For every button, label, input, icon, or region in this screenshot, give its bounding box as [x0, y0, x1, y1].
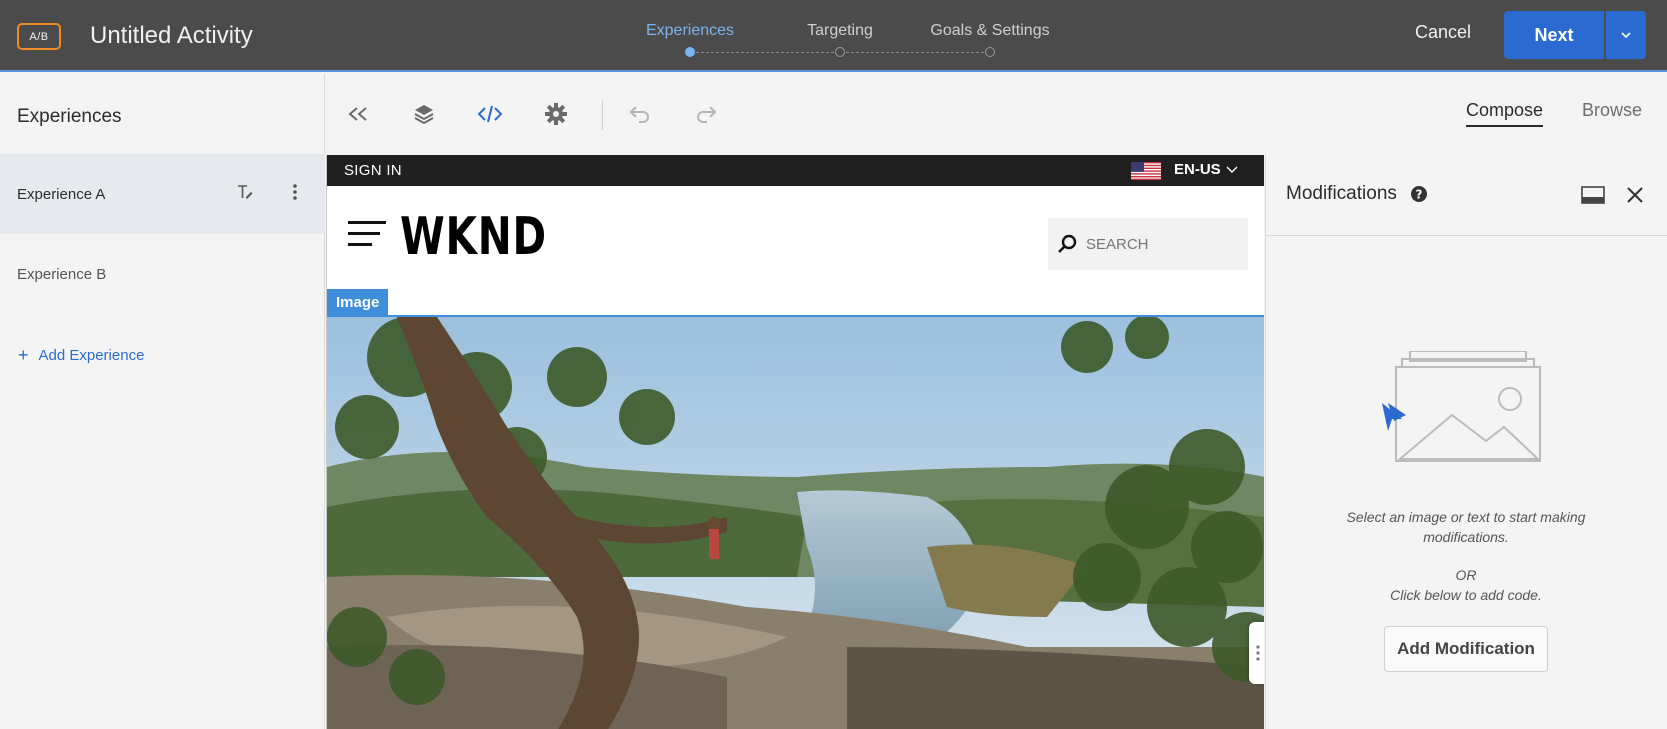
or-separator: OR: [1455, 567, 1477, 583]
step-targeting[interactable]: Targeting: [807, 22, 873, 40]
modifications-header: Modifications ?: [1266, 155, 1667, 236]
drag-handle-icon: [1256, 645, 1260, 661]
dock-panel-icon[interactable]: [1581, 186, 1605, 209]
gear-icon[interactable]: [544, 102, 568, 126]
code-icon[interactable]: [478, 102, 502, 126]
experience-label: Experience B: [17, 265, 107, 283]
selected-element-label: Image: [327, 289, 389, 315]
next-options-button[interactable]: [1605, 11, 1646, 59]
activity-header: A/B Untitled Activity Experiences Target…: [0, 0, 1667, 72]
redo-icon[interactable]: [694, 102, 718, 126]
tab-browse[interactable]: Browse: [1582, 100, 1642, 121]
activity-title[interactable]: Untitled Activity: [90, 22, 253, 50]
panel-title: Modifications: [1286, 183, 1397, 204]
sign-in-link[interactable]: SIGN IN: [344, 162, 402, 179]
language-selector[interactable]: EN-US: [1174, 161, 1238, 178]
plus-icon: +: [18, 345, 29, 365]
add-modification-button[interactable]: Add Modification: [1384, 626, 1548, 672]
step-experiences[interactable]: Experiences: [646, 22, 734, 40]
step-indicator-targeting: [835, 47, 845, 57]
tab-compose[interactable]: Compose: [1466, 100, 1544, 127]
hero-image[interactable]: [327, 315, 1264, 729]
chevron-down-icon: [1226, 166, 1238, 173]
landscape-image: [327, 317, 1264, 729]
cancel-button[interactable]: Cancel: [1415, 22, 1471, 43]
experiences-sidebar: Experiences Experience A Experience B + …: [0, 74, 325, 729]
activity-type-badge: A/B: [17, 23, 61, 50]
sidebar-title: Experiences: [17, 106, 122, 127]
language-label: EN-US: [1174, 161, 1221, 178]
search-icon: [1056, 233, 1078, 260]
search-input[interactable]: [1086, 232, 1236, 256]
help-icon[interactable]: ?: [1410, 185, 1428, 208]
svg-text:?: ?: [1416, 188, 1423, 202]
experience-item-b[interactable]: Experience B: [0, 234, 325, 314]
step-indicator-goals: [985, 47, 995, 57]
modifications-panel: Modifications ? Select an image or text …: [1265, 155, 1667, 729]
step-connector: [846, 52, 984, 53]
experience-label: Experience A: [17, 185, 106, 203]
experience-item-a[interactable]: Experience A: [0, 154, 325, 234]
close-icon[interactable]: [1626, 186, 1644, 209]
site-logo[interactable]: WKND: [400, 211, 547, 263]
add-experience-label: Add Experience: [38, 346, 145, 364]
more-options-icon[interactable]: [292, 183, 298, 205]
chevron-down-icon: [1621, 32, 1631, 39]
add-experience-button[interactable]: + Add Experience: [18, 346, 144, 364]
empty-state-message: Select an image or text to start making …: [1346, 509, 1586, 545]
workflow-steps: Experiences Targeting Goals & Settings: [640, 0, 1060, 72]
undo-icon[interactable]: [628, 102, 652, 126]
toolbar-divider: [602, 100, 603, 130]
collapse-icon[interactable]: [346, 102, 370, 126]
add-code-hint: Click below to add code.: [1390, 587, 1542, 603]
step-connector: [696, 52, 834, 53]
hamburger-menu-icon[interactable]: [348, 221, 386, 254]
site-search[interactable]: [1048, 218, 1248, 270]
image-placeholder-icon: [1382, 350, 1542, 476]
step-goals-settings[interactable]: Goals & Settings: [930, 22, 1049, 40]
next-button[interactable]: Next: [1504, 11, 1604, 59]
site-top-bar: SIGN IN EN-US: [327, 155, 1264, 186]
layers-icon[interactable]: [412, 102, 436, 126]
empty-state-alternative: OR Click below to add code.: [1316, 565, 1616, 605]
rename-icon[interactable]: [236, 183, 254, 205]
editor-toolbar: Compose Browse: [326, 74, 1667, 155]
resize-handle[interactable]: [1249, 622, 1264, 684]
step-indicator-experiences: [685, 47, 695, 57]
page-preview[interactable]: SIGN IN EN-US WKND Image: [326, 155, 1264, 729]
us-flag-icon: [1131, 162, 1161, 180]
